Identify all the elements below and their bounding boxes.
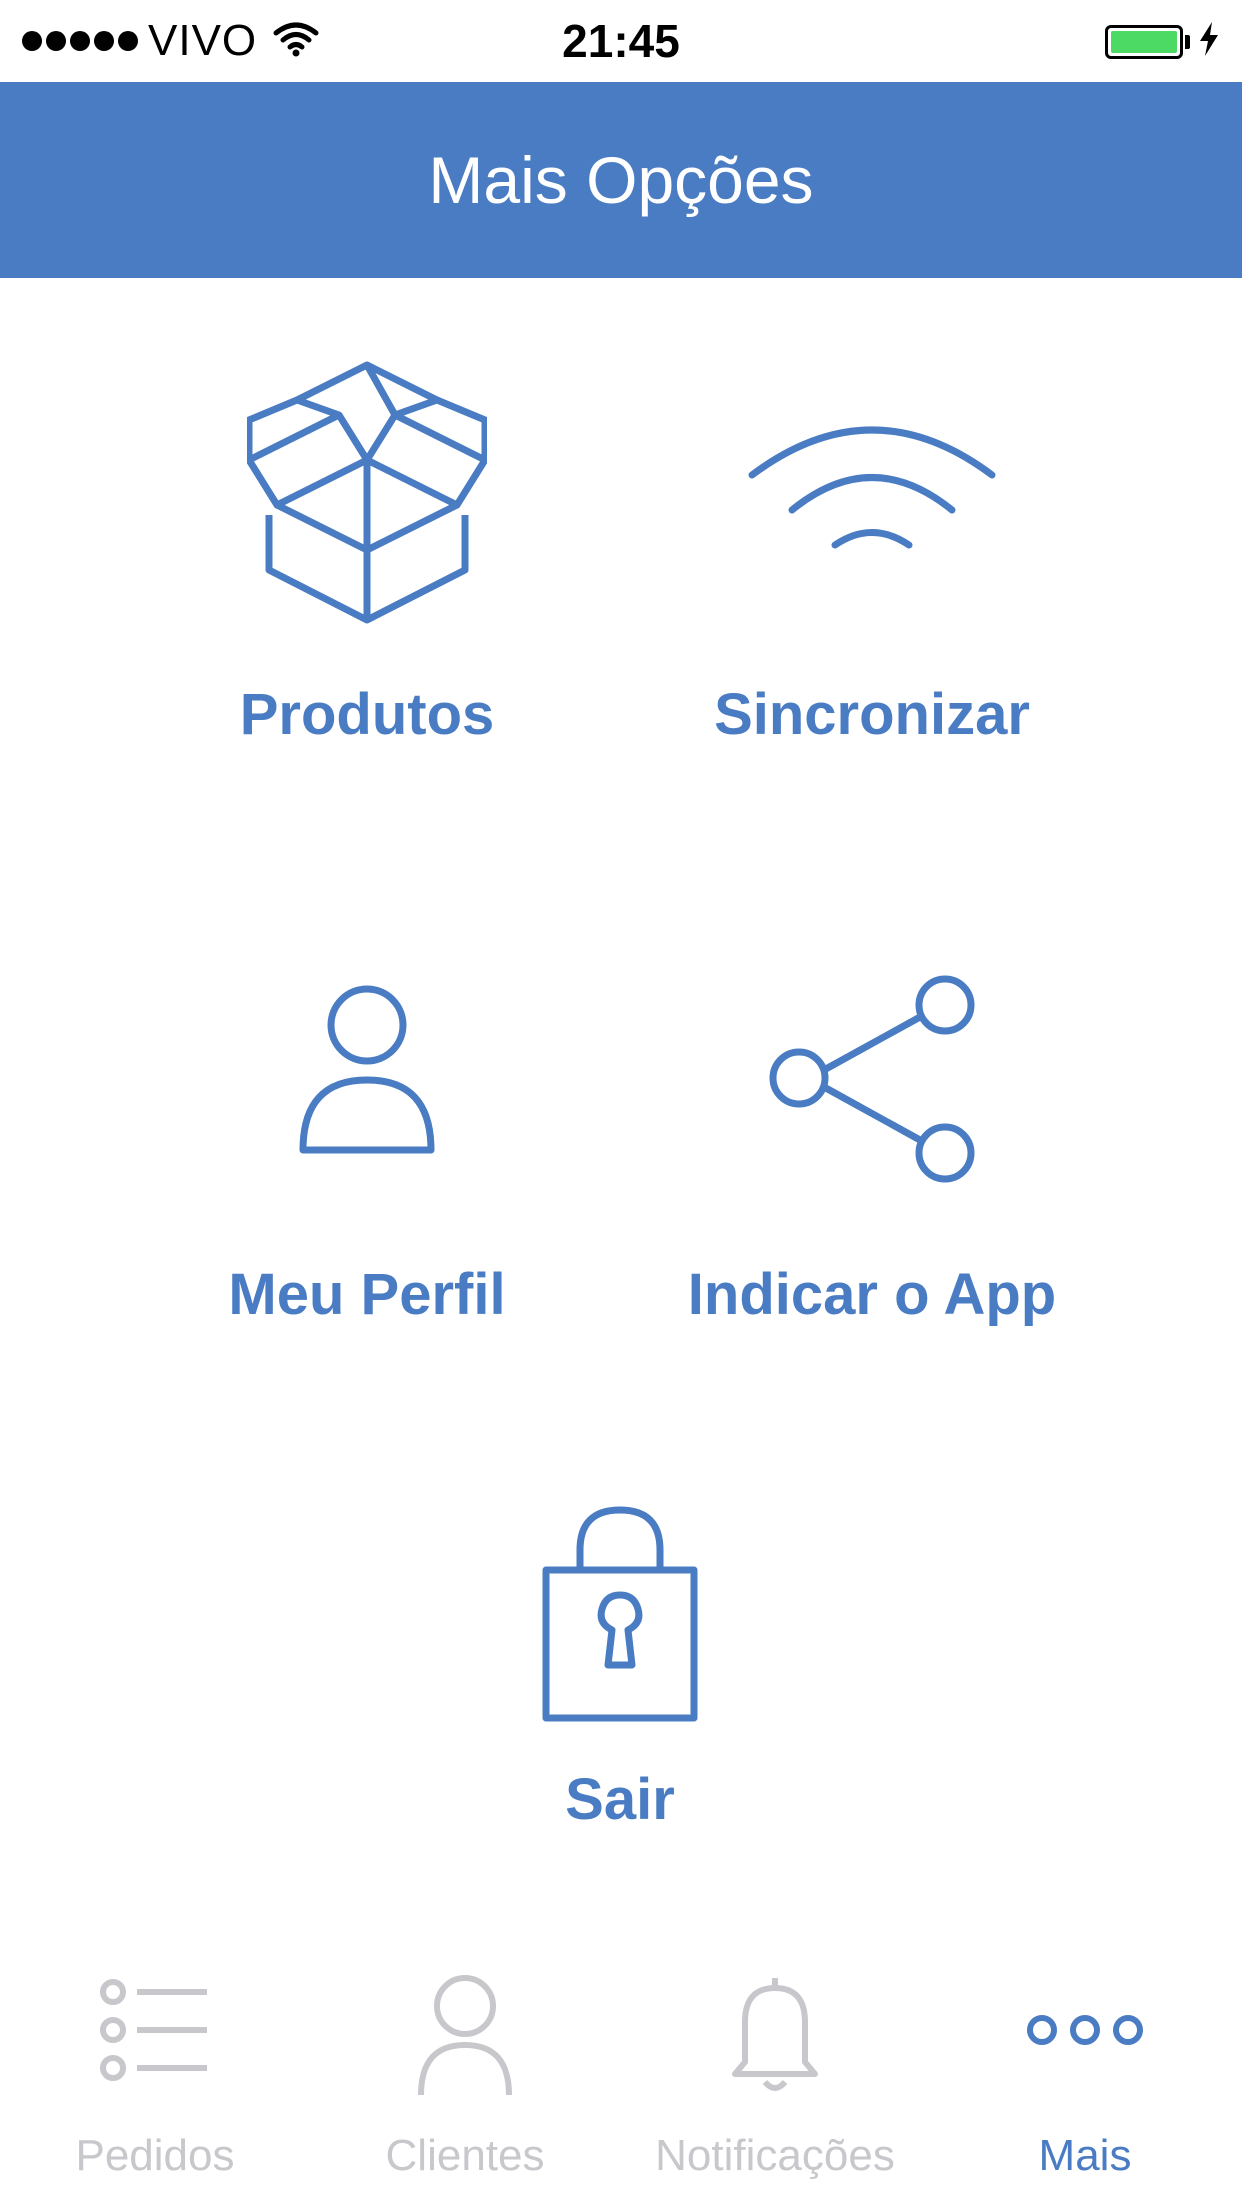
option-label: Meu Perfil	[228, 1262, 506, 1327]
bell-icon	[620, 1970, 930, 2110]
tab-clientes[interactable]: Clientes	[310, 1940, 620, 2208]
status-bar: VIVO 21:45	[0, 0, 1242, 82]
battery-icon	[1105, 22, 1220, 61]
option-sair[interactable]: Sair	[470, 1490, 770, 1850]
more-icon	[930, 1970, 1240, 2110]
sync-wifi-icon	[747, 415, 997, 565]
tab-label: Mais	[1038, 2131, 1132, 2180]
list-icon	[0, 1970, 310, 2110]
lock-icon	[540, 1505, 700, 1725]
status-time: 21:45	[562, 15, 680, 67]
option-label: Indicar o App	[687, 1262, 1057, 1327]
user-icon	[297, 980, 437, 1160]
tab-pedidos[interactable]: Pedidos	[0, 1940, 310, 2208]
option-label: Produtos	[239, 682, 495, 747]
tab-label: Clientes	[385, 2131, 545, 2180]
tab-mais[interactable]: Mais	[930, 1940, 1240, 2208]
option-indicar-app[interactable]: Indicar o App	[652, 950, 1092, 1350]
box-icon	[247, 360, 487, 640]
option-meu-perfil[interactable]: Meu Perfil	[182, 950, 552, 1350]
user-icon	[310, 1970, 620, 2110]
share-icon	[767, 965, 977, 1185]
navigation-bar: Mais Opções	[0, 82, 1242, 278]
tab-label: Notificações	[655, 2131, 895, 2180]
tab-bar: Pedidos Clientes Notificações Mais	[0, 1940, 1242, 2208]
page-title: Mais Opções	[428, 143, 814, 217]
option-label: Sincronizar	[714, 682, 1030, 747]
option-sincronizar[interactable]: Sincronizar	[672, 350, 1072, 770]
tab-label: Pedidos	[75, 2131, 235, 2180]
option-label: Sair	[565, 1767, 675, 1832]
tab-notificacoes[interactable]: Notificações	[620, 1940, 930, 2208]
option-produtos[interactable]: Produtos	[182, 350, 552, 770]
charging-bolt-icon	[1198, 22, 1220, 61]
